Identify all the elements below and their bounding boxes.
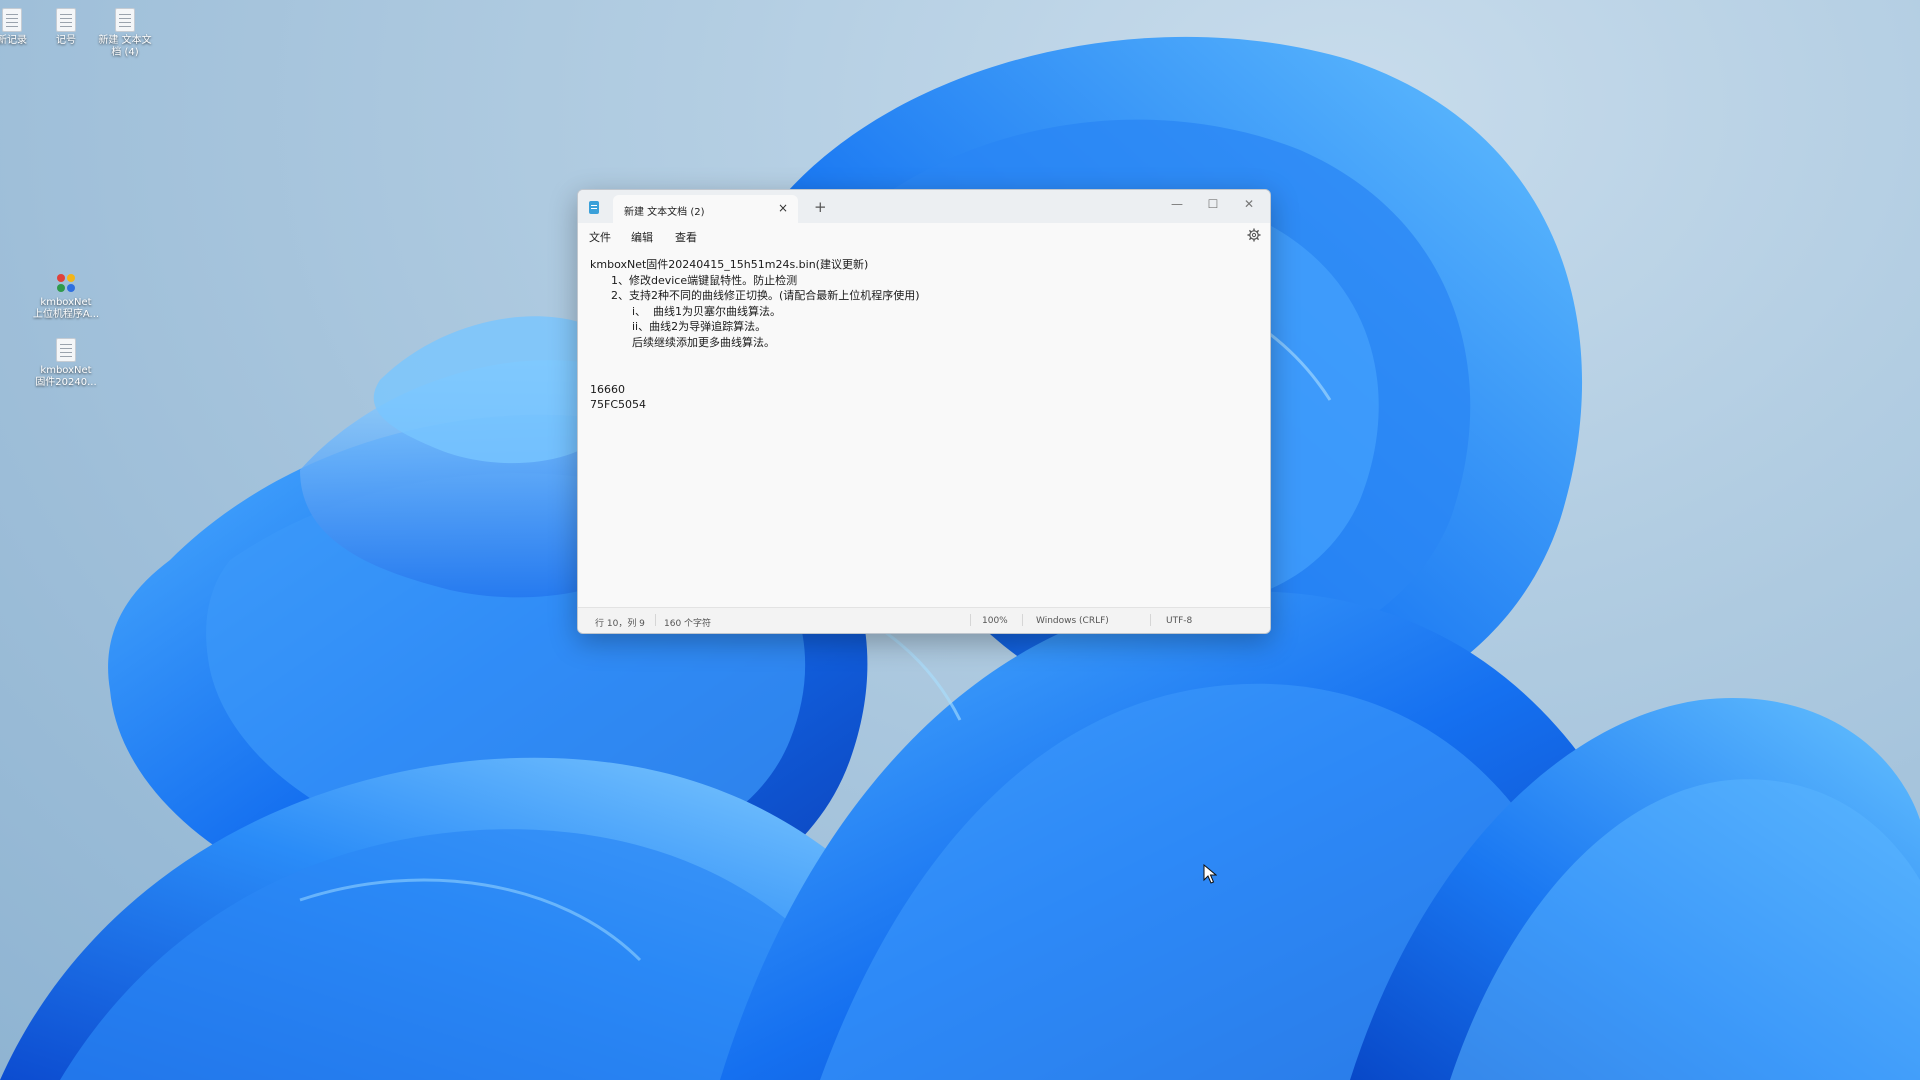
status-divider: [970, 614, 971, 626]
tab-title: 新建 文本文档 (2): [624, 207, 705, 218]
desktop-icon-file-3[interactable]: 新建 文本文 档 (4): [85, 8, 165, 59]
text-file-icon: [115, 8, 135, 32]
status-line-ending: Windows (CRLF): [1036, 616, 1109, 626]
desktop-icon-firmware[interactable]: kmboxNet 固件20240...: [26, 338, 106, 389]
text-line: kmboxNet固件20240415_15h51m24s.bin(建议更新): [590, 258, 869, 271]
menu-bar: 文件 编辑 查看: [578, 223, 1270, 249]
text-line: 2、支持2种不同的曲线修正切换。(请配合最新上位机程序使用): [590, 289, 920, 303]
status-divider: [655, 614, 656, 626]
menu-edit[interactable]: 编辑: [631, 229, 653, 245]
notepad-window: 新建 文本文档 (2) × + — ☐ ✕ 文件 编辑 查看 kmboxNet固…: [577, 189, 1271, 634]
status-bar: 行 10，列 9 160 个字符 100% Windows (CRLF) UTF…: [578, 607, 1270, 633]
desktop-icon-label: kmboxNet 固件20240...: [35, 365, 97, 388]
app-exe-icon: [55, 272, 77, 294]
text-line: [590, 351, 920, 367]
new-tab-button[interactable]: +: [814, 198, 827, 216]
text-line: 16660: [590, 382, 625, 396]
text-file-icon: [2, 8, 22, 32]
status-zoom[interactable]: 100%: [982, 616, 1008, 626]
menu-view[interactable]: 查看: [675, 229, 697, 245]
tab-document[interactable]: 新建 文本文档 (2) ×: [613, 195, 798, 223]
document-text: kmboxNet固件20240415_15h51m24s.bin(建议更新) 1…: [590, 257, 920, 413]
minimize-button[interactable]: —: [1160, 192, 1194, 216]
notepad-icon: [589, 201, 599, 214]
desktop-icon-label: 新建 文本文 档 (4): [98, 35, 152, 58]
menu-file[interactable]: 文件: [589, 229, 611, 245]
status-divider: [1150, 614, 1151, 626]
status-divider: [1022, 614, 1023, 626]
status-cursor-position: 行 10，列 9: [595, 619, 645, 629]
mouse-cursor-icon: [1203, 864, 1217, 884]
settings-gear-icon[interactable]: [1246, 227, 1262, 243]
text-line: [590, 366, 920, 382]
text-file-icon: [56, 8, 76, 32]
text-file-icon: [56, 338, 76, 362]
text-line: ii、曲线2为导弹追踪算法。: [590, 320, 767, 334]
close-button[interactable]: ✕: [1232, 192, 1266, 216]
title-bar[interactable]: 新建 文本文档 (2) × + — ☐ ✕: [578, 190, 1270, 223]
status-char-count: 160 个字符: [664, 619, 712, 629]
tab-close-icon[interactable]: ×: [778, 201, 788, 215]
desktop-icon-label: kmboxNet 上位机程序A...: [32, 297, 100, 320]
desktop: 新记录 记号 新建 文本文 档 (4) kmboxNet 上位机程序A... k…: [0, 0, 1920, 1080]
desktop-icon-app[interactable]: kmboxNet 上位机程序A...: [26, 272, 106, 321]
text-line: 后续继续添加更多曲线算法。: [590, 335, 775, 349]
text-line: 1、修改device端键鼠特性。防止检测: [590, 273, 798, 287]
text-line: 75FC5054: [590, 398, 646, 412]
maximize-button[interactable]: ☐: [1196, 192, 1230, 216]
text-editor-area[interactable]: kmboxNet固件20240415_15h51m24s.bin(建议更新) 1…: [578, 249, 1270, 597]
status-encoding: UTF-8: [1166, 616, 1193, 626]
text-line: i、 曲线1为贝塞尔曲线算法。: [590, 304, 782, 318]
